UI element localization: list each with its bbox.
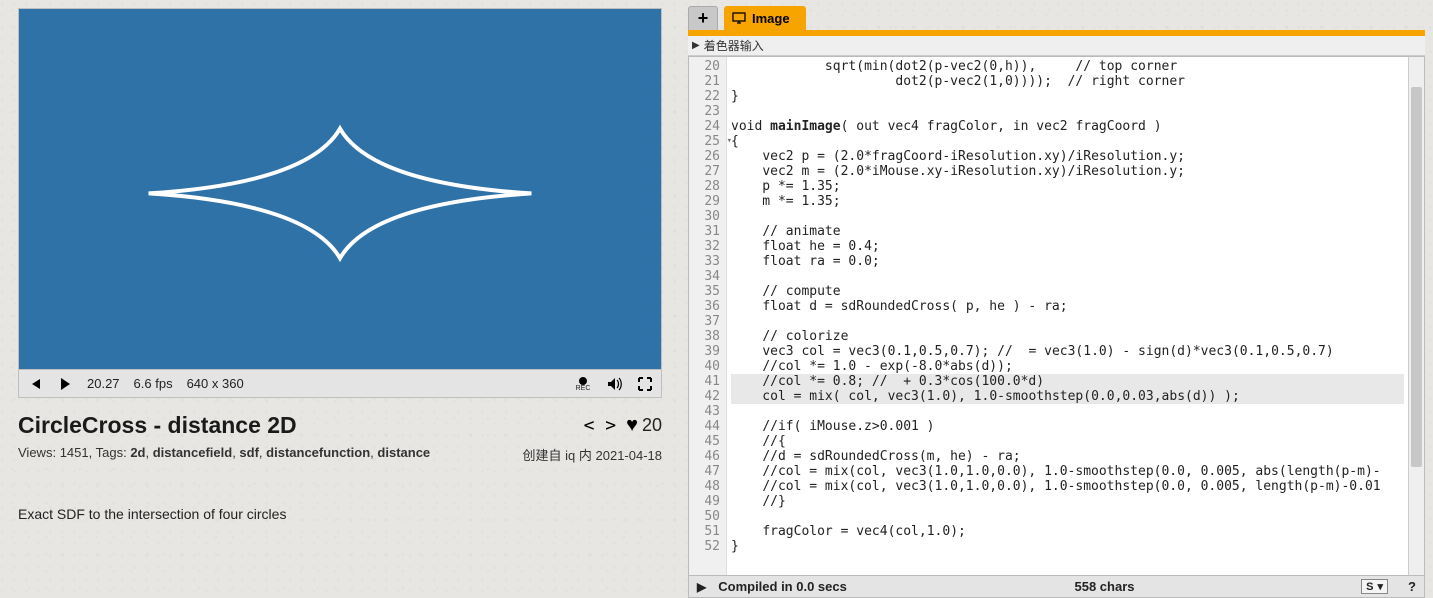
- meta-row: Views: 1451, Tags: 2d, distancefield, sd…: [18, 445, 662, 464]
- rewind-button[interactable]: [27, 376, 43, 392]
- tab-image[interactable]: Image: [724, 6, 806, 30]
- editor-tabs: + Image: [688, 4, 1425, 32]
- creation-date: 2021-04-18: [596, 448, 663, 463]
- tags-label: Tags:: [96, 445, 127, 460]
- title-row: CircleCross - distance 2D < > ♥ 20: [18, 412, 662, 439]
- resolution-display: 640 x 360: [187, 376, 244, 391]
- author-prefix: 创建自: [522, 448, 561, 463]
- code-editor[interactable]: 2021222324252627282930313233343536373839…: [688, 56, 1425, 576]
- editor-scrollbar[interactable]: [1408, 57, 1424, 575]
- record-button[interactable]: REC: [573, 376, 593, 392]
- add-tab-button[interactable]: +: [688, 6, 718, 30]
- play-button[interactable]: [57, 376, 73, 392]
- meta-right: 创建自 iq 内 2021-04-18: [522, 445, 662, 464]
- author-link[interactable]: iq: [565, 448, 575, 463]
- shader-output-shape: [19, 9, 661, 370]
- chevron-right-icon: ▶: [692, 40, 700, 51]
- views-count: 1451: [60, 445, 89, 460]
- chevron-down-icon: ▾: [1378, 580, 1384, 593]
- line-gutter: 2021222324252627282930313233343536373839…: [689, 57, 727, 575]
- like-icon[interactable]: ♥: [626, 414, 638, 437]
- editor-status-bar: ▶ Compiled in 0.0 secs 558 chars S ▾ ?: [688, 576, 1425, 598]
- tags-list: 2d, distancefield, sdf, distancefunction…: [130, 445, 430, 460]
- volume-button[interactable]: [607, 376, 623, 392]
- code-area[interactable]: sqrt(min(dot2(p-vec2(0,h)), // top corne…: [727, 57, 1408, 575]
- shader-input-toggle[interactable]: ▶ 着色器输入: [688, 36, 1425, 56]
- shader-input-label: 着色器输入: [704, 37, 764, 54]
- playback-controls: 20.27 6.6 fps 640 x 360 REC: [18, 370, 662, 398]
- shader-title: CircleCross - distance 2D: [18, 412, 584, 439]
- tab-label: Image: [752, 11, 790, 26]
- meta-left: Views: 1451, Tags: 2d, distancefield, sd…: [18, 445, 522, 464]
- fullscreen-button[interactable]: [637, 376, 653, 392]
- right-pane: + Image ▶ 着色器输入 202122232425262728293031…: [680, 0, 1433, 598]
- chevron-right-icon[interactable]: ▶: [697, 580, 706, 594]
- author-sep: 内: [579, 448, 592, 463]
- views-label: Views:: [18, 445, 56, 460]
- size-select-value: S: [1366, 581, 1373, 593]
- embed-button[interactable]: < >: [584, 415, 617, 436]
- char-count: 558 chars: [1075, 579, 1135, 594]
- compile-status: Compiled in 0.0 secs: [718, 579, 847, 594]
- size-select[interactable]: S ▾: [1361, 579, 1388, 594]
- shader-description: Exact SDF to the intersection of four ci…: [18, 506, 662, 522]
- left-pane: 20.27 6.6 fps 640 x 360 REC CircleCross …: [0, 0, 680, 598]
- time-display: 20.27: [87, 376, 120, 391]
- fps-display: 6.6 fps: [134, 376, 173, 391]
- help-button[interactable]: ?: [1408, 579, 1416, 594]
- record-label: REC: [576, 385, 591, 392]
- like-count: 20: [642, 415, 662, 436]
- shader-viewport[interactable]: [18, 8, 662, 370]
- scrollbar-thumb[interactable]: [1411, 87, 1422, 467]
- monitor-icon: [732, 12, 746, 24]
